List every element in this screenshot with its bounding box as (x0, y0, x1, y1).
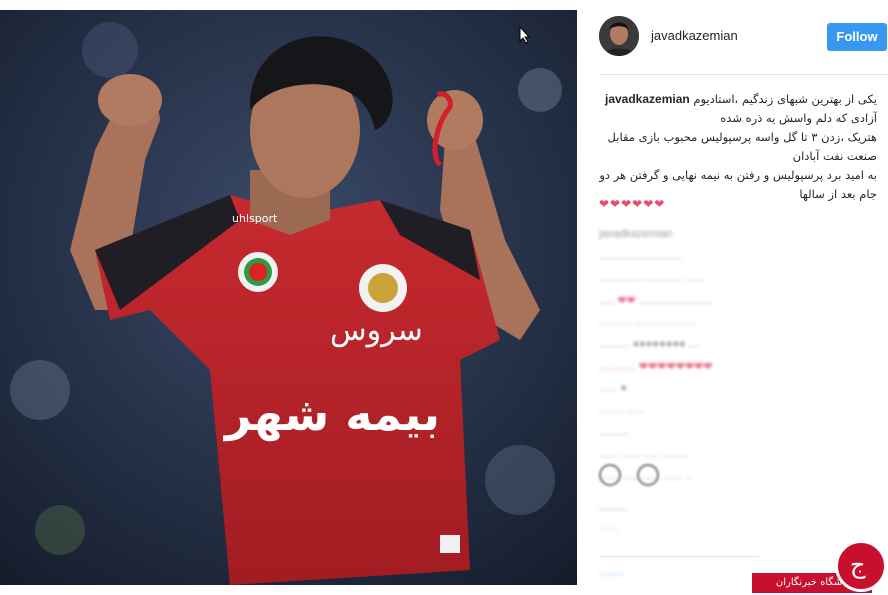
avatar[interactable] (599, 16, 639, 56)
instagram-post-screen: uhlsport سروس بیمه شهر javadkazemian Fol… (0, 0, 888, 595)
comment-item: ..... ❤❤ ........................ (599, 295, 713, 307)
watermark-logo-icon: ج (835, 540, 887, 592)
comment-item: ........... .................... (599, 316, 697, 328)
mouse-cursor-icon (519, 26, 531, 44)
post-time: ...... (599, 522, 619, 533)
caption-line: به امید برد پرسپولیس و رفتن به نیمه نهای… (599, 168, 877, 182)
follow-button[interactable]: Follow (827, 23, 887, 51)
jersey-brand: uhlsport (232, 212, 278, 225)
action-bar (599, 464, 669, 490)
comment-item: ............ ❤❤❤❤❤❤❤❤ (599, 361, 713, 373)
likes-count[interactable]: ........ (599, 500, 627, 513)
comment-item: ........................... (599, 250, 682, 262)
jersey-sponsor-bottom: بیمه شهر (223, 387, 440, 441)
caption-line: یکی از بهترین شبهای زندگیم ،استادیوم jav… (599, 90, 877, 109)
like-heart-icon[interactable] (599, 464, 621, 486)
jersey-sponsor-top: سروس (330, 313, 423, 348)
comment-item: ...... ● (599, 382, 628, 394)
caption-line: آزادی که دلم واسش یه ذره شده (720, 111, 877, 125)
caption-line: صنعت نفت آبادان (792, 149, 877, 163)
username-link[interactable]: javadkazemian (651, 28, 738, 43)
footer-divider (599, 556, 759, 557)
post-photo[interactable]: uhlsport سروس بیمه شهر (0, 10, 577, 585)
avatar-photo (599, 16, 639, 56)
caption-line-text: یکی از بهترین شبهای زندگیم ،استادیوم (693, 92, 877, 106)
comment-item: javadkazemian (599, 228, 673, 240)
caption-line: هتریک ،زدن ۳ تا گل واسه پرسپولیس محبوب ب… (607, 130, 877, 144)
post-caption: یکی از بهترین شبهای زندگیم ،استادیوم jav… (599, 90, 877, 204)
post-header: javadkazemian Follow (585, 14, 888, 60)
comment-item: ............. ............. ...... (599, 272, 703, 284)
caption-hearts: ❤❤❤❤❤❤ (599, 197, 666, 211)
player-photo: uhlsport سروس بیمه شهر (0, 10, 577, 585)
header-divider (599, 74, 888, 75)
watermark-logo-glyph: ج (850, 551, 866, 579)
comment-item: .......... (599, 426, 630, 438)
caption-username[interactable]: javadkazemian (605, 92, 690, 106)
login-link[interactable]: ....... (599, 565, 623, 578)
comment-bubble-icon[interactable] (637, 464, 659, 486)
comment-item: .......... ●●●●●●●● .... (599, 338, 702, 350)
comments-list: javadkazemian...........................… (599, 228, 879, 492)
comment-item: ........ ...... (599, 404, 645, 416)
post-side-panel: javadkazemian Follow یکی از بهترین شبهای… (585, 0, 888, 595)
